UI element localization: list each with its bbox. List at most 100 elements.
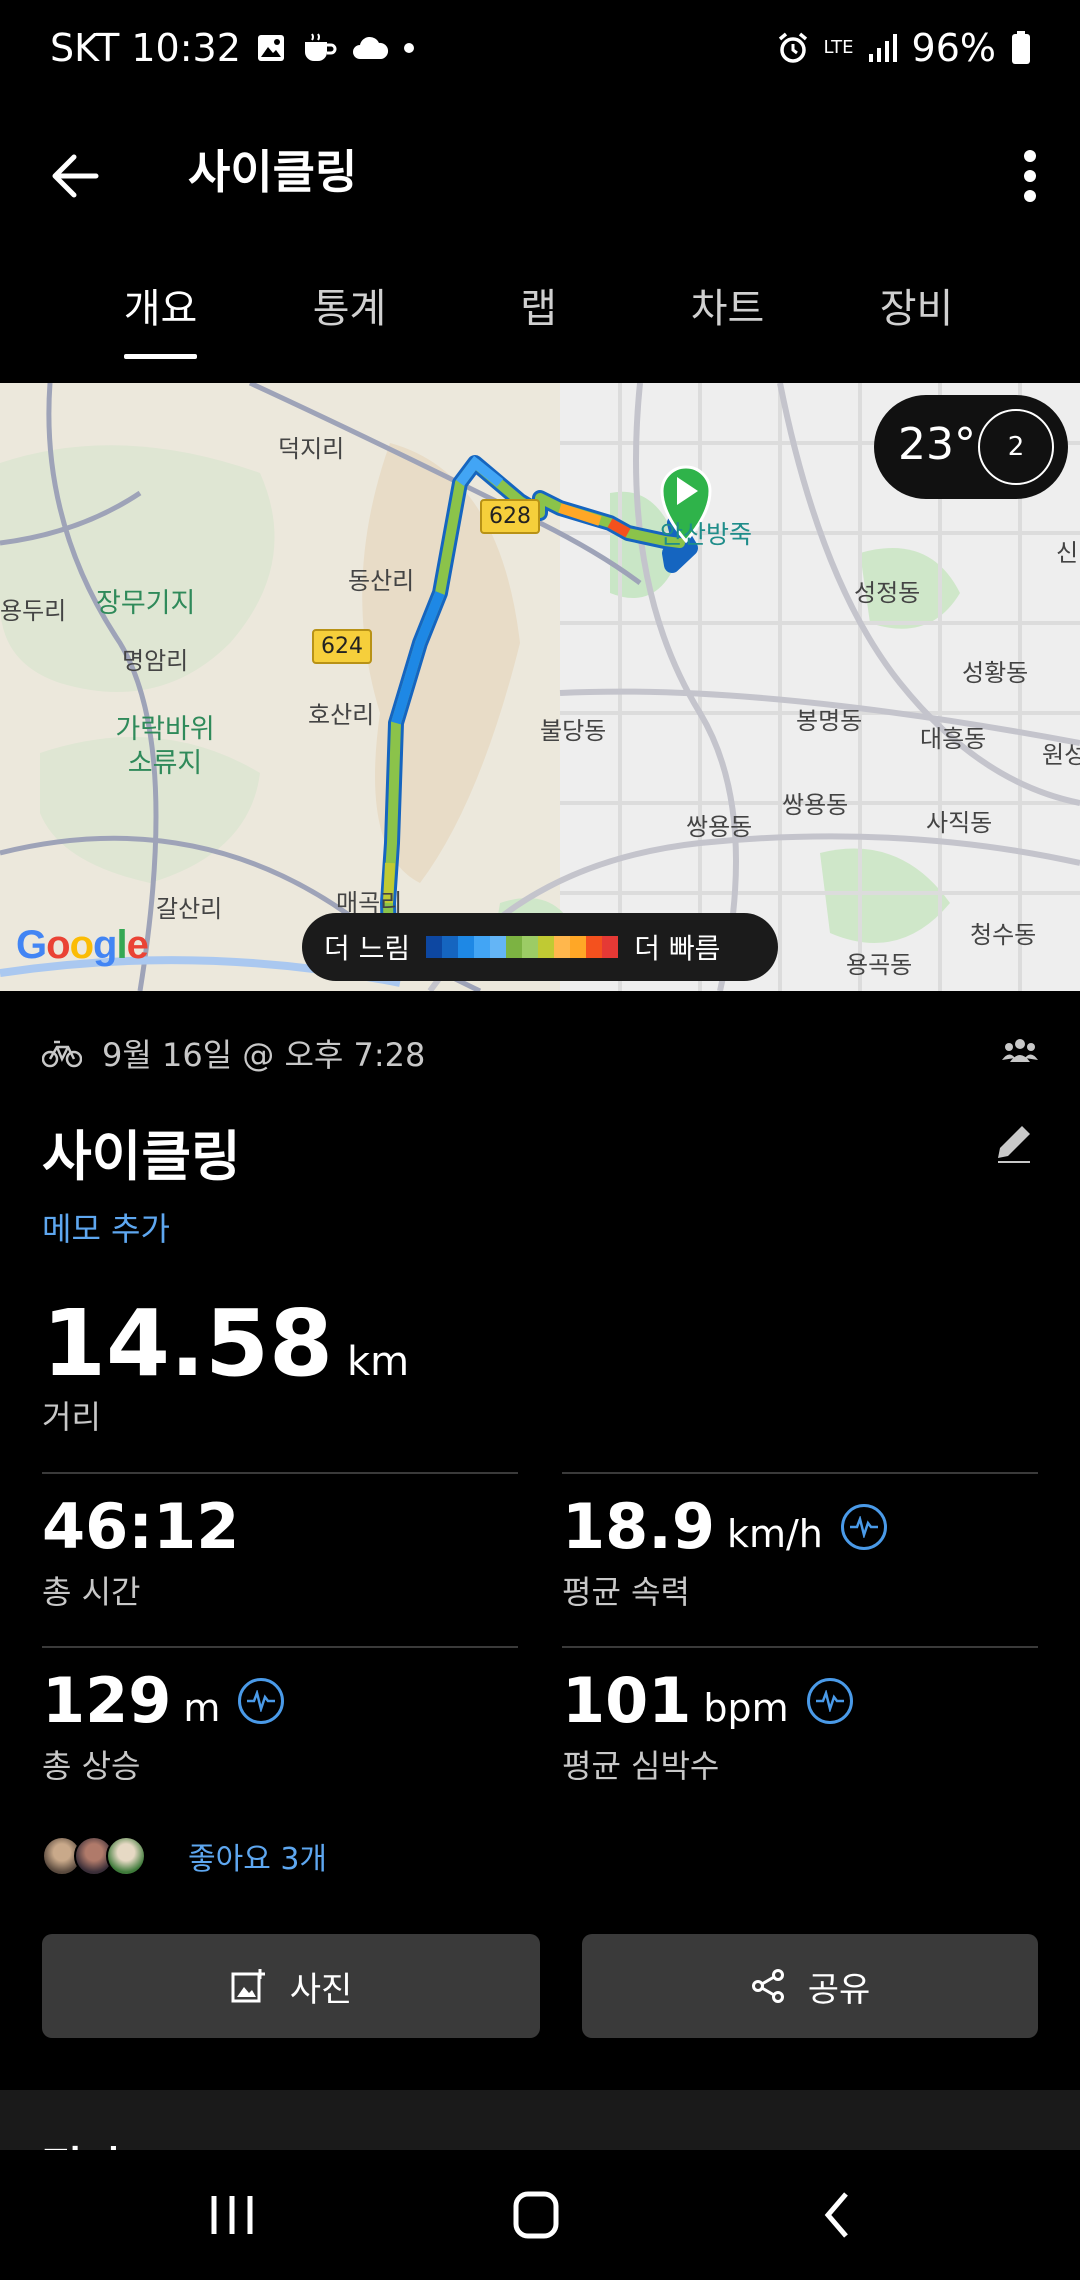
map-label: 쌍용동	[782, 791, 849, 819]
stat-value: 101	[562, 1664, 692, 1737]
more-options-icon[interactable]	[1000, 140, 1060, 212]
share-label: 공유	[807, 1969, 871, 2010]
uv-index: 2	[978, 409, 1054, 485]
gradient-swatch	[586, 936, 603, 958]
map-label: 가락바위 소류지	[115, 714, 215, 779]
pulse-badge-icon[interactable]	[806, 1677, 853, 1724]
tab-charts[interactable]: 차트	[633, 262, 822, 382]
tab-overview[interactable]: 개요	[66, 262, 255, 382]
photo-label: 사진	[289, 1969, 353, 2010]
map-label: 덕지리	[278, 435, 345, 463]
map-label: 쌍용동	[686, 813, 753, 841]
stat-total-time: 46:12 총 시간	[42, 1472, 518, 1613]
recent-apps-icon[interactable]	[192, 2180, 272, 2250]
weather-chip[interactable]: 23° 2	[874, 395, 1068, 499]
distance-value: 14.58 km	[42, 1290, 409, 1397]
speed-legend: 더 느림 더 빠름	[302, 913, 778, 981]
map-label: 봉명동	[796, 707, 863, 735]
stat-value: 18.9	[562, 1490, 715, 1563]
home-icon[interactable]	[496, 2180, 576, 2250]
battery-percent: 96%	[911, 26, 996, 70]
map-label: 청수동	[970, 921, 1037, 949]
distance-number: 14.58	[42, 1290, 334, 1397]
add-memo-link[interactable]: 메모 추가	[42, 1204, 170, 1250]
gallery-icon	[257, 35, 284, 61]
gradient-swatch	[474, 936, 491, 958]
activity-meta: 9월 16일 @ 오후 7:28	[42, 1030, 425, 1076]
page-title: 사이클링	[188, 145, 358, 199]
map-label: 성황동	[962, 659, 1029, 687]
map-label: 대흥동	[920, 725, 987, 753]
map-label: 용두리	[0, 597, 67, 625]
tab-laps[interactable]: 랩	[444, 262, 633, 382]
map-label: 성정동	[854, 579, 921, 607]
tab-gear[interactable]: 장비	[822, 262, 1011, 382]
stat-label: 평균 속력	[562, 1573, 690, 1611]
stat-value: 129	[42, 1664, 172, 1737]
add-photo-button[interactable]: 사진	[42, 1934, 540, 2038]
speed-gradient	[426, 936, 619, 958]
likes-count[interactable]: 좋아요 3개	[188, 1834, 327, 1878]
map-label: 불당동	[540, 717, 607, 745]
battery-icon	[1012, 31, 1030, 64]
alarm-icon	[778, 32, 807, 63]
legend-fast-label: 더 빠름	[634, 932, 721, 965]
gradient-swatch	[602, 936, 619, 958]
stat-value: 46:12	[42, 1490, 240, 1563]
likes-row[interactable]: 좋아요 3개	[42, 1834, 327, 1878]
share-button[interactable]: 공유	[582, 1934, 1038, 2038]
back-nav-icon[interactable]	[798, 2180, 878, 2250]
map-label: 안산방죽	[660, 520, 753, 549]
group-icon[interactable]	[1002, 1038, 1038, 1062]
section-divider	[0, 2090, 1080, 2150]
stat-unit: km/h	[726, 1511, 823, 1556]
map-label: 신	[1056, 539, 1079, 567]
status-bar: SKT 10:32 LTE 96%	[0, 0, 1080, 110]
stat-total-ascent: 129 m 총 상승	[42, 1646, 518, 1787]
map-label: 용곡동	[846, 951, 913, 979]
map-label: 장무기지	[96, 588, 196, 619]
distance-unit: km	[347, 1339, 410, 1385]
route-map[interactable]: 덕지리 동산리 장무기지 명암리 가락바위 소류지 호산리 갈산리 매곡리 용두…	[0, 383, 1080, 991]
gradient-swatch	[442, 936, 459, 958]
system-nav-bar	[0, 2150, 1080, 2280]
activity-title: 사이클링	[42, 1125, 241, 1188]
gradient-swatch	[458, 936, 475, 958]
cloud-icon	[352, 36, 388, 59]
stat-unit: m	[183, 1685, 221, 1730]
gradient-swatch	[506, 936, 523, 958]
route-badge: 628	[480, 499, 540, 534]
pulse-badge-icon[interactable]	[238, 1677, 285, 1724]
avatar-group	[42, 1836, 146, 1876]
pulse-badge-icon[interactable]	[840, 1503, 887, 1550]
distance-label: 거리	[42, 1398, 101, 1436]
stat-label: 평균 심박수	[562, 1747, 720, 1785]
gradient-swatch	[554, 936, 571, 958]
tab-bar: 개요 통계 랩 차트 장비	[0, 262, 1080, 382]
map-label: 동산리	[348, 567, 415, 595]
stat-label: 총 시간	[42, 1573, 141, 1611]
gradient-swatch	[426, 936, 443, 958]
map-label: 호산리	[308, 701, 375, 729]
edit-pencil-icon[interactable]	[990, 1118, 1038, 1166]
bicycle-icon	[42, 1040, 82, 1068]
gradient-swatch	[490, 936, 507, 958]
carrier-time: SKT 10:32	[50, 26, 241, 70]
temperature: 23°	[898, 419, 976, 470]
notification-dot-icon	[403, 43, 414, 53]
map-label: 명암리	[122, 647, 189, 675]
stat-unit: bpm	[703, 1685, 789, 1730]
add-photo-icon	[231, 1969, 265, 2003]
stat-label: 총 상승	[42, 1747, 141, 1785]
route-badge: 624	[312, 629, 372, 664]
map-label: 사직동	[926, 809, 993, 837]
app-bar: 사이클링	[0, 110, 1080, 260]
legend-slow-label: 더 느림	[324, 932, 411, 965]
map-label: 갈산리	[156, 895, 223, 923]
stat-avg-heart-rate: 101 bpm 평균 심박수	[562, 1646, 1038, 1787]
coffee-icon	[304, 33, 337, 61]
stat-avg-speed: 18.9 km/h 평균 속력	[562, 1472, 1038, 1613]
back-arrow-icon[interactable]	[40, 140, 112, 212]
signal-icon	[868, 34, 897, 62]
tab-stats[interactable]: 통계	[255, 262, 444, 382]
